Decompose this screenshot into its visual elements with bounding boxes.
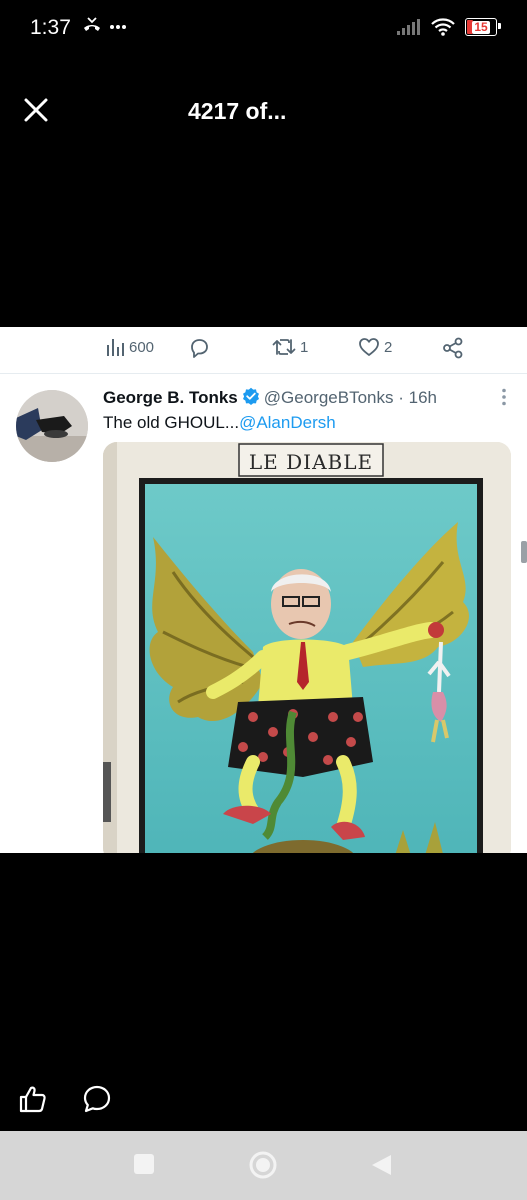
reply-icon <box>191 339 208 358</box>
tweet-header: George B. Tonks @GeorgeBTonks · 16h <box>103 387 437 408</box>
signal-icon <box>397 19 420 35</box>
home-circle-icon <box>249 1151 277 1179</box>
tweet[interactable]: George B. Tonks @GeorgeBTonks · 16h The … <box>0 374 527 853</box>
separator-dot: · <box>398 388 404 407</box>
like-button[interactable]: 2 <box>358 337 392 357</box>
retweet-button[interactable]: 1 <box>272 337 308 357</box>
tweet-panel: 600 1 2 George B. Tonks @GeorgeBTonks · … <box>0 327 527 853</box>
tweet-time[interactable]: 16h <box>409 388 437 407</box>
reply-button[interactable] <box>188 337 210 359</box>
scroll-handle[interactable] <box>521 541 527 563</box>
avatar-image <box>16 390 88 462</box>
verified-badge-icon <box>242 387 259 405</box>
author-name[interactable]: George B. Tonks <box>103 388 238 407</box>
mention-link[interactable]: @AlanDersh <box>239 413 336 432</box>
like-bottom-button[interactable] <box>18 1084 48 1119</box>
status-left-icons <box>82 16 127 37</box>
back-triangle-icon <box>372 1155 391 1175</box>
retweet-count: 1 <box>300 338 309 356</box>
media-viewer-top-bar: 4217 of... <box>0 70 527 150</box>
share-icon <box>443 337 463 359</box>
close-icon <box>24 98 48 122</box>
close-button[interactable] <box>18 92 54 128</box>
heart-icon <box>359 338 379 356</box>
card-title: LE DIABLE <box>249 450 373 474</box>
tweet-media-image[interactable]: LE DIABLE <box>103 442 511 853</box>
viewer-title: 4217 of... <box>188 98 287 124</box>
back-button[interactable] <box>370 1153 392 1182</box>
home-button[interactable] <box>249 1151 277 1184</box>
more-dots-icon <box>110 25 127 29</box>
thumbs-up-icon <box>19 1086 46 1113</box>
square-icon <box>134 1154 154 1174</box>
retweet-icon <box>272 339 296 355</box>
avatar[interactable] <box>16 390 88 462</box>
comment-icon <box>83 1085 111 1113</box>
tweet-text: The old GHOUL...@AlanDersh <box>103 413 336 433</box>
more-vertical-icon <box>502 388 506 406</box>
tarot-card-painting: LE DIABLE <box>103 442 511 853</box>
more-options-button[interactable] <box>501 388 507 411</box>
tweet-action-row: 600 1 2 <box>0 327 527 374</box>
status-bar: 1:37 15 <box>0 0 527 58</box>
battery-level: 15 <box>472 19 490 34</box>
views-button[interactable]: 600 <box>105 337 154 357</box>
status-time: 1:37 <box>30 16 71 39</box>
bottom-actions <box>0 1078 527 1128</box>
like-count: 2 <box>384 338 393 356</box>
author-handle[interactable]: @GeorgeBTonks <box>264 388 394 407</box>
share-button[interactable] <box>442 337 464 359</box>
tweet-body: The old GHOUL... <box>103 413 240 432</box>
wifi-icon <box>431 18 455 36</box>
comment-bottom-button[interactable] <box>82 1084 112 1119</box>
recents-button[interactable] <box>133 1153 155 1180</box>
missed-call-icon <box>84 17 100 31</box>
views-count: 600 <box>129 338 155 356</box>
android-nav-bar <box>0 1131 527 1200</box>
analytics-icon <box>107 339 124 356</box>
status-right: 15 <box>397 18 501 36</box>
battery-indicator: 15 <box>465 18 501 36</box>
